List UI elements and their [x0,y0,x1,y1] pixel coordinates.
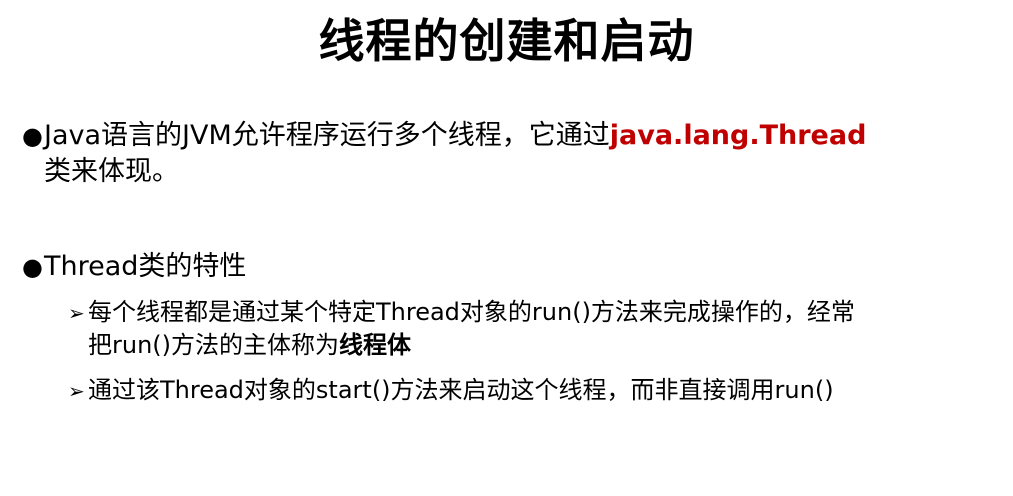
bullet-text: Java语言的JVM允许程序运行多个线程，它通过 [44,120,610,151]
slide-title: 线程的创建和启动 [318,14,695,68]
arrow-bullet-icon: ➢ [68,301,85,325]
sub-bullet-line-1: ➢ 每个线程都是通过某个特定Thread对象的run()方法来完成操作的，经常 [68,296,998,329]
bullet-dot-icon: ● [22,122,43,150]
sub-bullet-line-2: 把run()方法的主体称为线程体 [68,329,998,361]
sub-bullet-text: 每个线程都是通过某个特定Thread对象的run()方法来完成操作的，经常 [88,298,855,326]
bullet-dot-icon: ● [22,253,43,281]
sub-bullet-run-method: ➢ 每个线程都是通过某个特定Thread对象的run()方法来完成操作的，经常 把… [68,296,998,361]
sub-bullet-text: 把run()方法的主体称为 [88,331,340,359]
bullet-line-2: 类来体现。 [44,156,179,187]
bold-term: 线程体 [339,331,412,359]
bullet-line-1: ●Java语言的JVM允许程序运行多个线程，它通过java.lang.Threa… [22,118,982,154]
highlight-class-name: java.lang.Thread [609,120,867,151]
slide: 线程的创建和启动 ●Java语言的JVM允许程序运行多个线程，它通过java.l… [0,0,1013,496]
sub-bullet-text: 通过该Thread对象的start()方法来启动这个线程，而非直接调用run() [88,376,834,404]
sub-bullet-line-1: ➢ 通过该Thread对象的start()方法来启动这个线程，而非直接调用run(… [68,374,998,407]
bullet-text: Thread类的特性 [44,251,247,282]
bullet-line-1: ●Thread类的特性 [22,249,982,285]
bullet-thread-features: ●Thread类的特性 [22,249,982,285]
sub-bullet-start-method: ➢ 通过该Thread对象的start()方法来启动这个线程，而非直接调用run(… [68,374,998,407]
arrow-bullet-icon: ➢ [68,379,85,403]
bullet-jvm-threads: ●Java语言的JVM允许程序运行多个线程，它通过java.lang.Threa… [22,118,982,189]
